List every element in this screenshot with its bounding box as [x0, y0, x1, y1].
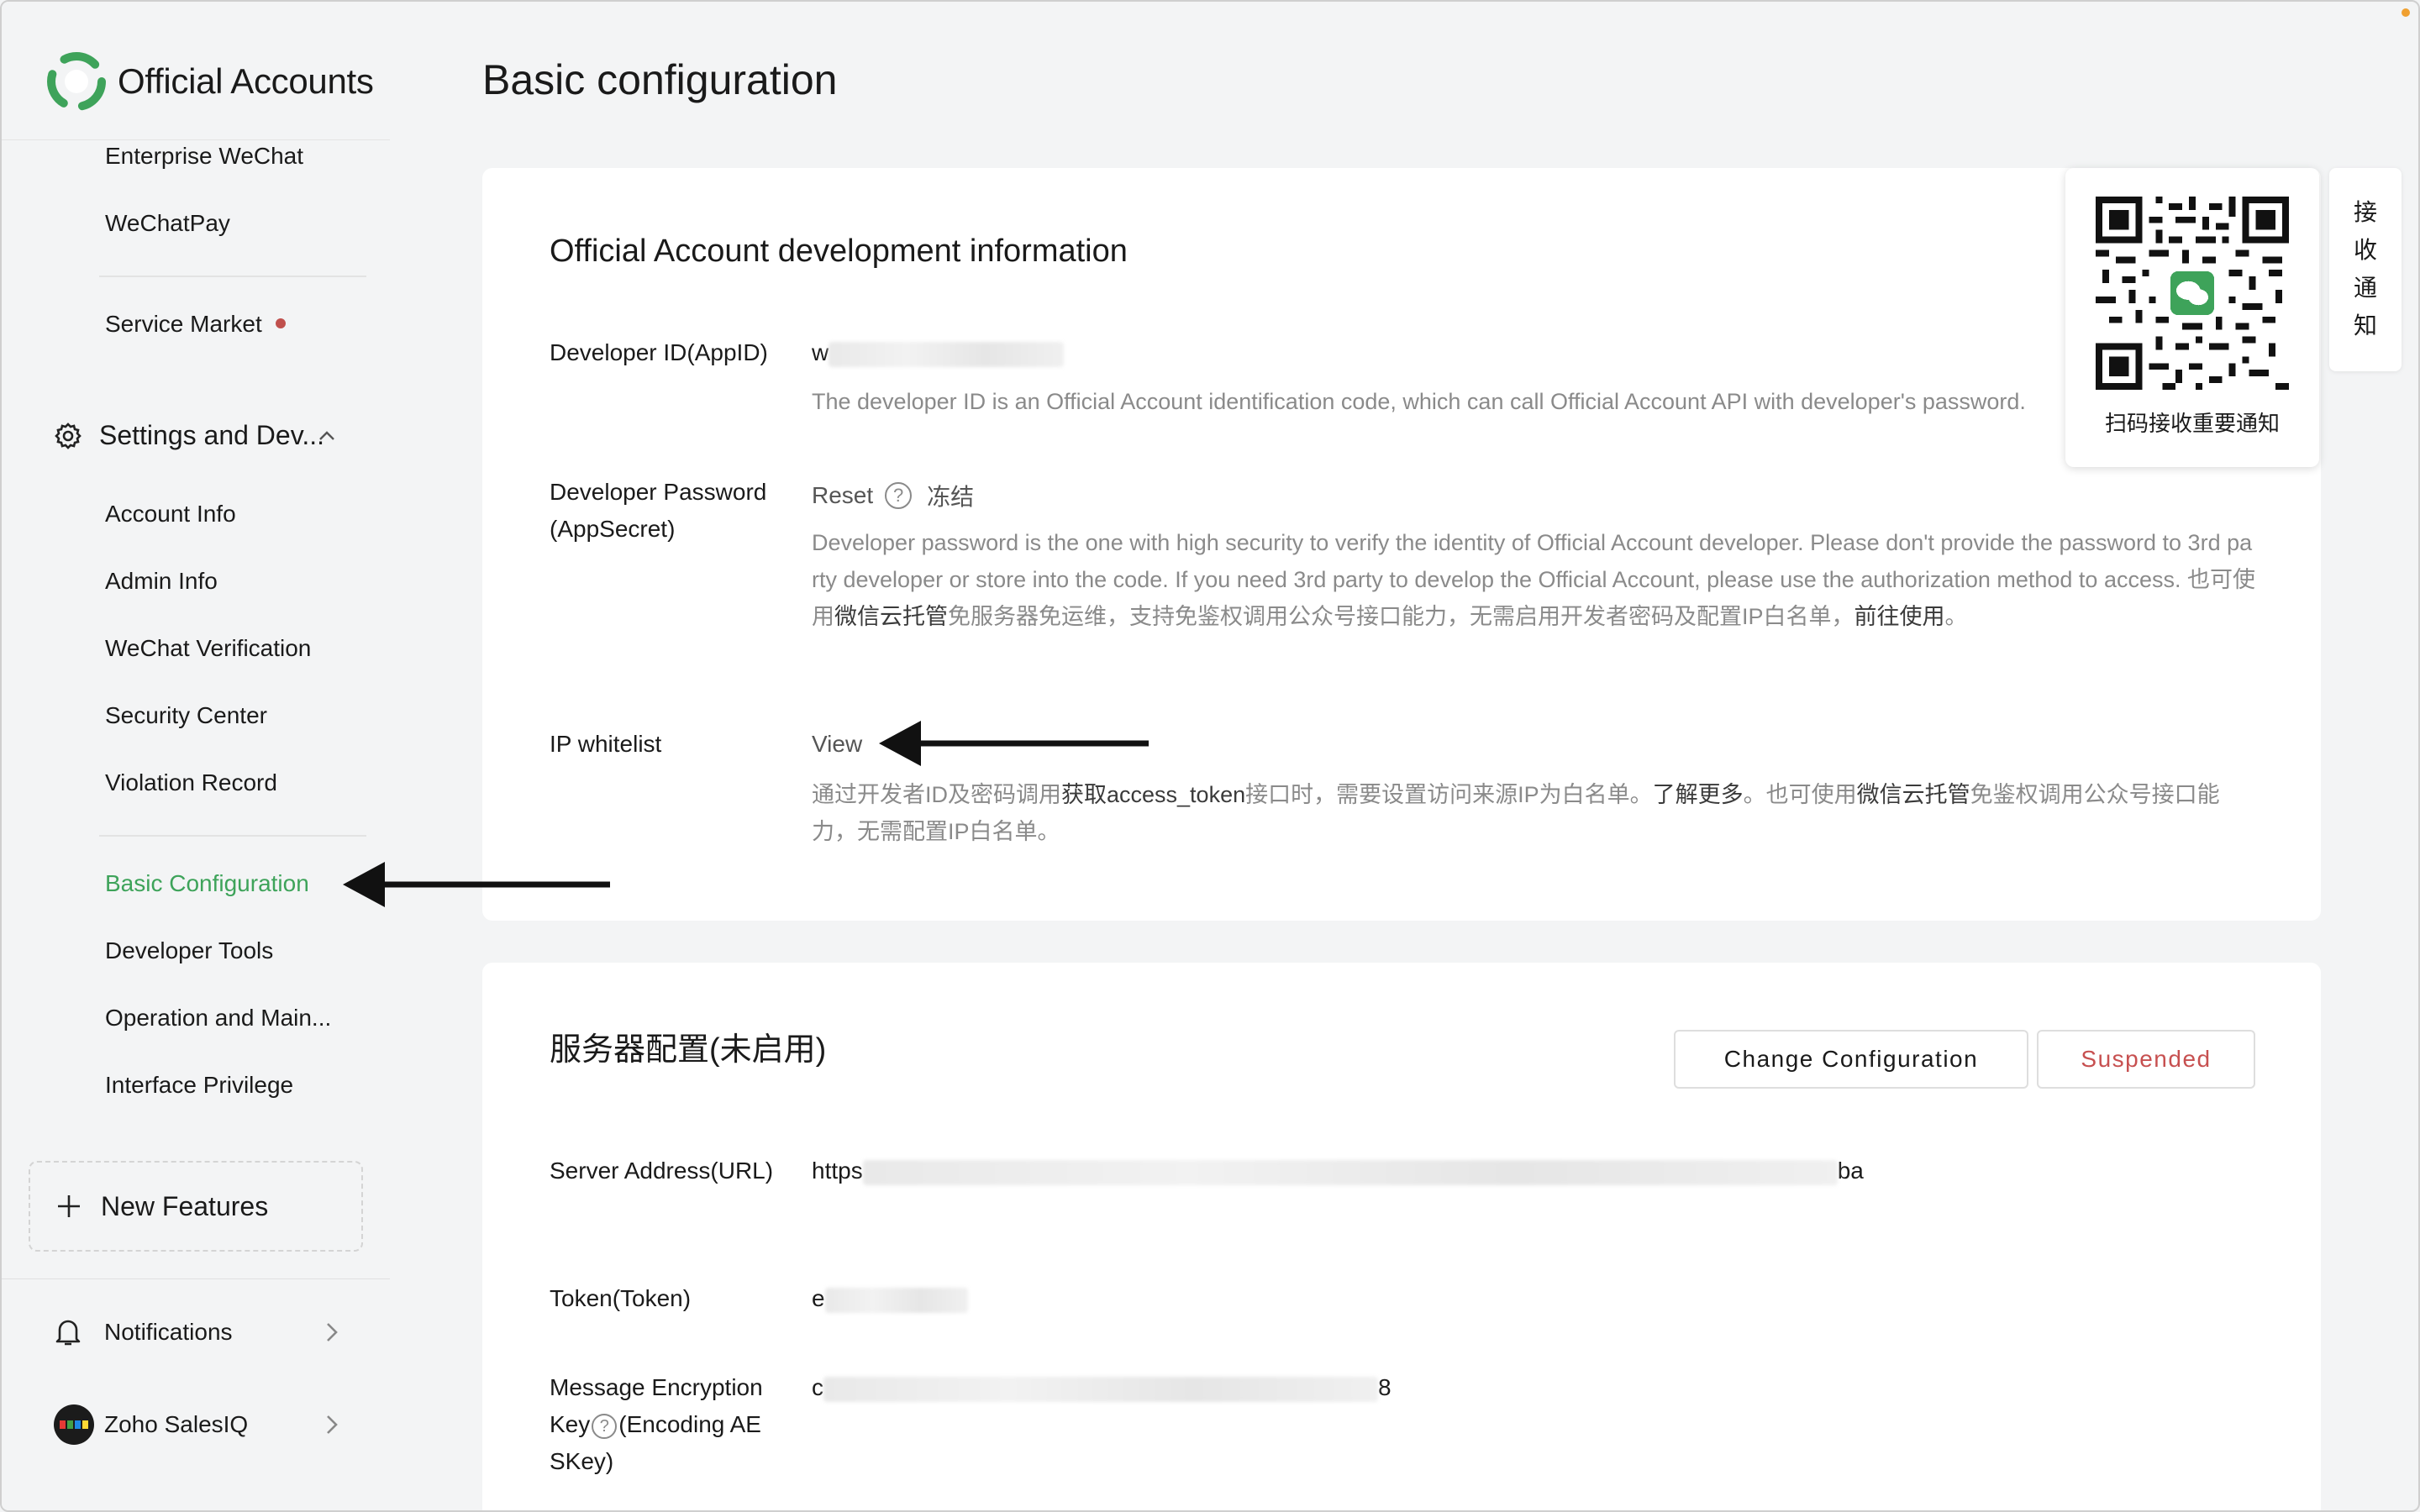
notify-tab-char: 知 [2353, 312, 2377, 339]
avatar [54, 1404, 94, 1445]
learn-more-link[interactable]: 了解更多 [1653, 782, 1744, 807]
logo-title: Official Accounts [118, 61, 374, 101]
qr-caption: 扫码接收重要通知 [2104, 411, 2280, 436]
developer-id-desc: The developer ID is an Official Account … [812, 389, 2026, 414]
sidebar-item-interface-privilege[interactable]: Interface Privilege [105, 1072, 293, 1099]
annotation-arrow-icon [343, 862, 610, 907]
sidebar-item-label: Service Market [105, 311, 262, 337]
sidebar-item-label: Notifications [104, 1319, 233, 1345]
sidebar-item-developer-tools[interactable]: Developer Tools [105, 937, 273, 964]
official-accounts-logo-icon [47, 52, 106, 111]
sidebar-section-settings[interactable]: Settings and Dev... [54, 420, 336, 451]
annotation-arrow-icon [879, 721, 1149, 766]
server-config-title: 服务器配置(未启用) [550, 1032, 827, 1068]
url-suffix: ba [1837, 1158, 1864, 1184]
notify-tab-char: 收 [2353, 237, 2377, 263]
ip-whitelist-desc: 通过开发者ID及密码调用获取access_token接口时，需要设置访问来源IP… [812, 776, 2257, 850]
view-link-label: View [812, 731, 863, 757]
developer-password-actions: Reset ? 冻结 [812, 479, 974, 512]
sidebar-item-account-info[interactable]: Account Info [105, 501, 236, 528]
sidebar-section-label: Settings and Dev... [99, 420, 324, 450]
chevron-right-icon [327, 1323, 338, 1341]
token-value: e [812, 1285, 968, 1313]
ip-whitelist-label: IP whitelist [550, 731, 662, 757]
chevron-right-icon [327, 1415, 338, 1434]
wechat-cloud-hosting-link[interactable]: 微信云托管 [1857, 782, 1970, 807]
sidebar-divider [99, 276, 366, 277]
sidebar-divider [2, 1278, 390, 1279]
desc-text: 。也可使用 [1743, 782, 1857, 807]
url-prefix: https [812, 1158, 863, 1184]
gear-icon [55, 422, 82, 449]
aes-key-label: Message Encryption Key? (Encoding AESKey) [550, 1369, 776, 1480]
redacted-value [862, 1159, 1838, 1185]
notification-dot [275, 318, 286, 328]
server-url-value: https ba [812, 1158, 1864, 1185]
logo[interactable]: Official Accounts [47, 52, 374, 111]
developer-id-label: Developer ID(AppID) [550, 339, 768, 365]
sidebar-item-service-market[interactable]: Service Market [105, 311, 286, 338]
sidebar-item-operation-maintenance[interactable]: Operation and Main... [105, 1005, 331, 1032]
dev-info-card: Official Account development information… [482, 168, 2321, 921]
redacted-value [824, 1287, 968, 1313]
token-prefix: e [812, 1285, 825, 1311]
help-icon[interactable]: ? [592, 1413, 618, 1439]
page-title: Basic configuration [482, 56, 838, 103]
developer-id-prefix: w [812, 339, 829, 365]
qr-popover: 扫码接收重要通知 [2065, 168, 2319, 467]
token-label: Token(Token) [550, 1285, 692, 1311]
app-window: Official Accounts Enterprise WeChat WeCh… [0, 0, 2420, 1512]
developer-password-desc: Developer password is the one with high … [812, 524, 2257, 635]
ip-whitelist-view-link[interactable]: View [812, 731, 862, 758]
sidebar-item-wechat-verification[interactable]: WeChat Verification [105, 635, 311, 662]
notify-tab-char: 通 [2353, 275, 2377, 301]
sidebar-item-basic-configuration[interactable]: Basic Configuration [105, 870, 309, 897]
developer-id-value: w [812, 339, 1065, 367]
sidebar-item-violation-record[interactable]: Violation Record [105, 769, 277, 796]
reset-link[interactable]: Reset [812, 482, 873, 509]
developer-password-label: Developer Password(AppSecret) [550, 479, 767, 542]
freeze-link[interactable]: 冻结 [927, 479, 974, 512]
dev-info-title: Official Account development information [550, 234, 1128, 269]
logo-divider [2, 139, 390, 140]
get-access-token-link[interactable]: 获取access_token [1061, 782, 1245, 807]
desc-text: 接口时，需要设置访问来源IP为白名单。 [1245, 782, 1653, 807]
redacted-value [829, 341, 1065, 367]
receive-notification-tab[interactable]: 接 收 通 知 [2329, 168, 2402, 371]
aes-key-value: c8 [812, 1374, 1392, 1402]
qr-code [2096, 197, 2289, 390]
go-use-link[interactable]: 前往使用 [1854, 604, 1945, 629]
wechat-cloud-hosting-link[interactable]: 微信云托管 [834, 604, 948, 629]
sidebar-item-security-center[interactable]: Security Center [105, 702, 267, 729]
plus-icon [55, 1193, 82, 1220]
suspended-button[interactable]: Suspended [2037, 1030, 2255, 1089]
bell-icon [55, 1320, 81, 1346]
sidebar-item-enterprise-wechat[interactable]: Enterprise WeChat [105, 143, 303, 170]
window-indicator-dot [2402, 8, 2410, 17]
aes-prefix: c [812, 1374, 823, 1400]
desc-text: 通过开发者ID及密码调用 [812, 782, 1061, 807]
help-icon[interactable]: ? [885, 482, 913, 509]
desc-text: 免服务器免运维，支持免鉴权调用公众号接口能力，无需启用开发者密码及配置IP白名单… [948, 604, 1854, 629]
sidebar: Official Accounts Enterprise WeChat WeCh… [2, 2, 390, 1510]
new-features-label: New Features [101, 1190, 269, 1221]
change-configuration-button[interactable]: Change Configuration [1674, 1030, 2028, 1089]
redacted-value [823, 1376, 1378, 1402]
sidebar-item-wechatpay[interactable]: WeChatPay [105, 210, 230, 237]
server-url-label: Server Address(URL) [550, 1158, 774, 1184]
sidebar-divider [99, 835, 366, 837]
desc-text: 。 [1944, 604, 1968, 629]
notify-tab-char: 接 [2353, 199, 2377, 225]
server-config-card: 服务器配置(未启用) Change Configuration Suspende… [482, 963, 2321, 1510]
new-features-button[interactable]: New Features [29, 1161, 363, 1252]
aes-suffix: 8 [1378, 1374, 1392, 1400]
chevron-up-icon [319, 430, 334, 440]
sidebar-item-notifications[interactable]: Notifications [54, 1317, 339, 1347]
account-name: Zoho SalesIQ [104, 1411, 249, 1437]
sidebar-item-account[interactable]: Zoho SalesIQ [54, 1404, 339, 1445]
sidebar-item-admin-info[interactable]: Admin Info [105, 568, 218, 595]
